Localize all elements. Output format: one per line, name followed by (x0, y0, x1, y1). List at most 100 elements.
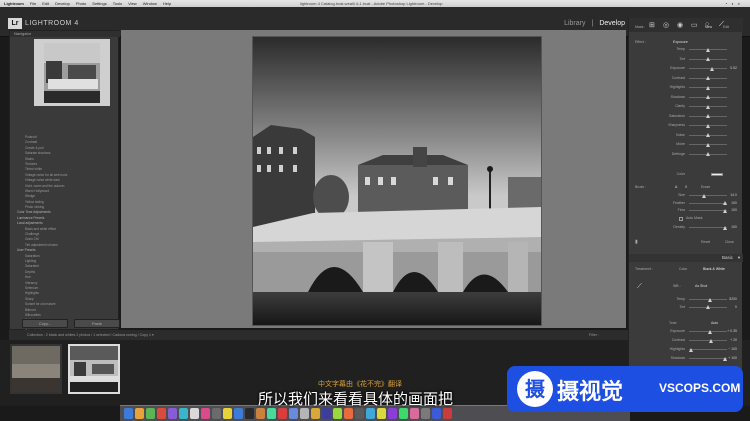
dock-app-icon[interactable] (311, 408, 320, 419)
wifi-icon[interactable]: ◔ (725, 1, 727, 6)
slider-moire[interactable]: Moire (633, 141, 739, 148)
slider-saturation[interactable]: Saturation (633, 113, 739, 120)
slider-clarity[interactable]: Clarity (633, 103, 739, 110)
dock-app-icon[interactable] (146, 408, 155, 419)
brush-a-button[interactable]: A (675, 184, 677, 191)
dock-app-icon[interactable] (421, 408, 430, 419)
dock-app-icon[interactable] (399, 408, 408, 419)
dock-app-icon[interactable] (179, 408, 188, 419)
slider-knob[interactable] (706, 47, 710, 52)
dock-app-icon[interactable] (157, 408, 166, 419)
slider-knob[interactable] (706, 104, 710, 109)
module-develop[interactable]: Develop (599, 20, 625, 27)
dock-app-icon[interactable] (443, 408, 452, 419)
volume-icon[interactable]: ◖ (731, 1, 733, 6)
slider-knob[interactable] (702, 193, 707, 198)
slider-knob[interactable] (706, 95, 710, 99)
tone-auto-button[interactable]: Auto (711, 320, 718, 327)
slider-contrast[interactable]: Contrast (633, 75, 739, 82)
slider-tint[interactable]: Tint (633, 56, 739, 63)
dock-app-icon[interactable] (256, 408, 265, 419)
dock-app-icon[interactable] (322, 408, 331, 419)
color-swatch[interactable] (711, 173, 723, 176)
brush-b-button[interactable]: B (685, 184, 687, 191)
slider-knob[interactable] (707, 297, 712, 302)
slider-exposure[interactable]: Exposure 0.52 (633, 65, 739, 72)
menu-edit[interactable]: Edit (42, 1, 49, 6)
slider-knob[interactable] (709, 66, 714, 71)
mask-edit-button[interactable]: Edit (723, 24, 729, 31)
dock-app-icon[interactable] (245, 408, 254, 419)
slider-track[interactable] (689, 76, 727, 80)
slider-shadows[interactable]: Shadows + 100 (633, 355, 739, 362)
reset-button[interactable]: Reset (701, 239, 710, 246)
slider-track[interactable] (689, 297, 727, 302)
slider-track[interactable] (688, 347, 727, 352)
slider-shadows[interactable]: Shadows (633, 94, 739, 101)
wb-eyedropper-icon[interactable]: ⟋ (637, 283, 642, 290)
menu-window[interactable]: Window (143, 1, 157, 6)
slider-track[interactable] (689, 338, 727, 343)
slider-knob[interactable] (707, 329, 712, 334)
copy-button[interactable]: Copy... (22, 319, 68, 328)
menu-tools[interactable]: Tools (113, 1, 122, 6)
slider-temp[interactable]: Temp 5200 (633, 296, 739, 303)
slider-track[interactable] (689, 193, 727, 198)
main-photo[interactable] (252, 36, 542, 326)
slider-track[interactable] (689, 152, 727, 156)
slider-contrast[interactable]: Contrast + 20 (633, 337, 739, 344)
density-slider[interactable]: Density 100 (633, 224, 739, 231)
effect-dropdown[interactable]: Exposure (673, 39, 688, 46)
dock-app-icon[interactable] (278, 408, 287, 419)
menu-app-name[interactable]: Lightroom (4, 1, 24, 6)
treatment-bw-button[interactable]: Black & White (703, 266, 725, 273)
close-button[interactable]: Close (725, 239, 734, 246)
slider-track[interactable] (689, 329, 727, 334)
filter-label[interactable]: Filter : (589, 330, 599, 340)
menu-view[interactable]: View (128, 1, 137, 6)
dock-app-icon[interactable] (410, 408, 419, 419)
slider-knob[interactable] (688, 347, 693, 352)
slider-flow[interactable]: Flow 100 (633, 207, 739, 214)
slider-knob[interactable] (706, 152, 710, 156)
slider-defringe[interactable]: Defringe (633, 151, 739, 158)
dock-app-icon[interactable] (168, 408, 177, 419)
filmstrip-thumbnail-selected[interactable] (68, 344, 120, 394)
navigator-preview[interactable] (34, 39, 110, 106)
slider-exposure[interactable]: Exposure + 0.35 (633, 328, 739, 335)
slider-knob[interactable] (706, 123, 710, 128)
menu-develop[interactable]: Develop (55, 1, 70, 6)
wb-dropdown[interactable]: As Shot (695, 283, 707, 290)
density-knob[interactable] (723, 225, 728, 230)
panel-switch-icon[interactable]: ▮ (635, 239, 638, 246)
dock-app-icon[interactable] (388, 408, 397, 419)
dock-app-icon[interactable] (201, 408, 210, 419)
slider-knob[interactable] (706, 85, 710, 90)
auto-mask-checkbox[interactable] (679, 216, 683, 221)
dock-app-icon[interactable] (432, 408, 441, 419)
slider-highlights[interactable]: Highlights − 100 (633, 346, 739, 353)
dock-app-icon[interactable] (333, 408, 342, 419)
filmstrip-thumbnail[interactable] (10, 344, 62, 394)
slider-knob[interactable] (723, 208, 728, 213)
slider-knob[interactable] (723, 201, 728, 205)
develop-canvas[interactable] (121, 30, 626, 328)
slider-noise[interactable]: Noise (633, 132, 739, 139)
dock-app-icon[interactable] (267, 408, 276, 419)
dock-app-icon[interactable] (289, 408, 298, 419)
slider-track[interactable] (689, 142, 727, 147)
dock-app-icon[interactable] (212, 408, 221, 419)
treatment-color-button[interactable]: Color (679, 266, 687, 273)
slider-knob[interactable] (706, 133, 710, 137)
slider-track[interactable] (689, 208, 728, 213)
dock-app-icon[interactable] (223, 408, 232, 419)
slider-track[interactable] (689, 95, 727, 99)
slider-feather[interactable]: Feather 100 (633, 200, 739, 207)
dock-app-icon[interactable] (190, 408, 199, 419)
mask-new-button[interactable]: New (705, 24, 712, 31)
module-library[interactable]: Library (564, 20, 585, 27)
slider-temp[interactable]: Temp (633, 46, 739, 53)
slider-knob[interactable] (706, 76, 710, 80)
density-track[interactable] (689, 225, 728, 230)
slider-knob[interactable] (723, 356, 728, 361)
